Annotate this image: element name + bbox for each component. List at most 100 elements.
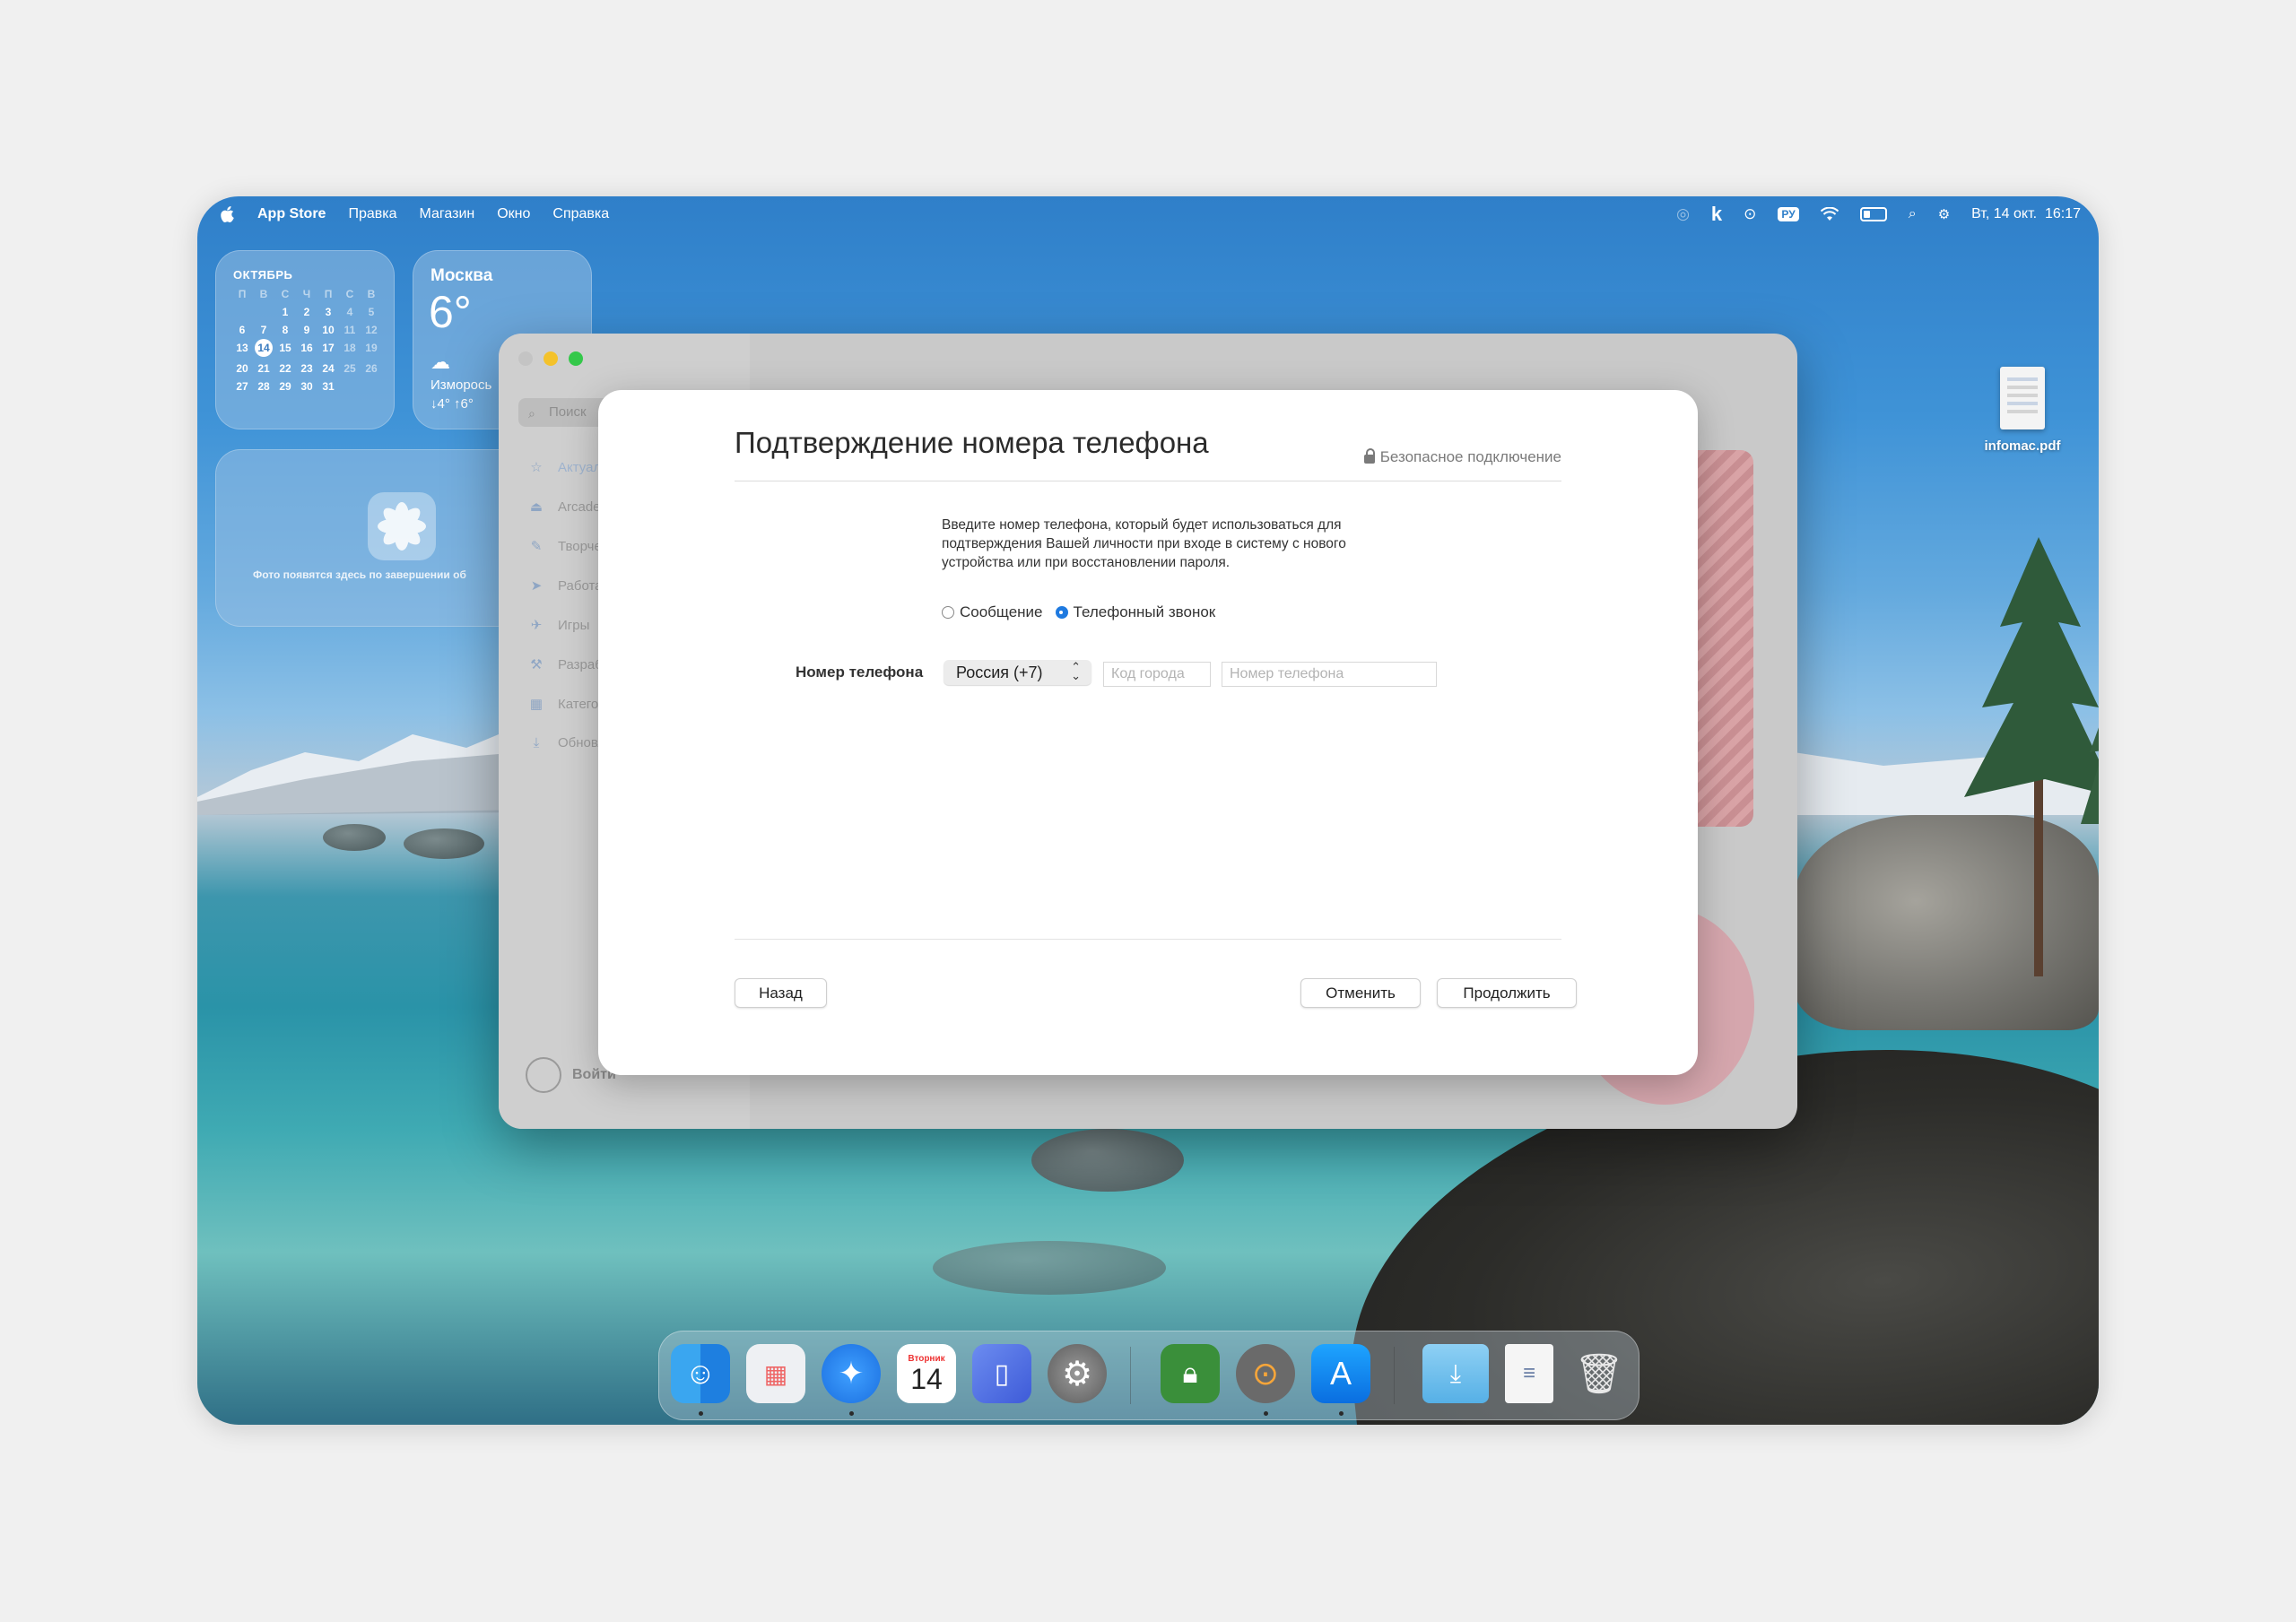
spotlight-search-icon[interactable]: ⌕ [1909,206,1917,222]
avatar [526,1057,561,1093]
calendar-day: 9 [303,324,310,336]
download-icon: ⤓ [533,735,540,750]
radio-message[interactable]: Сообщение [942,603,1043,621]
sidebar-item-arcade[interactable]: ⏏ Arcade [527,499,601,516]
zoom-window-button[interactable] [569,351,583,366]
dock-separator [1130,1347,1131,1404]
joystick-icon: ⏏ [529,499,544,515]
calendar-day: 19 [365,342,378,354]
calendar-day: 21 [257,362,270,375]
minimize-window-button[interactable] [544,351,558,366]
document-stack-icon[interactable]: ≡ [1505,1344,1553,1403]
calendar-day: 11 [344,324,356,336]
system-settings-icon[interactable]: ⚙ [1048,1344,1107,1403]
running-indicator [1264,1411,1268,1416]
calendar-day: 24 [322,362,335,375]
rocket-icon: ✈ [530,618,543,633]
chevron-up-down-icon: ⌃ ⌄ [1071,660,1081,682]
hammer-icon: ⚒ [530,657,543,672]
calendar-day: 4 [346,306,353,318]
running-indicator [699,1411,703,1416]
calendar-app-icon[interactable]: Вторник 14 [897,1344,956,1403]
iphone-mirroring-icon[interactable]: ▯ [972,1344,1031,1403]
finder-icon[interactable]: ☺ [671,1344,730,1403]
phone-verification-dialog: Подтверждение номера телефона Безопасное… [598,390,1698,1075]
phone-number-input[interactable] [1222,662,1437,687]
app-store-icon[interactable]: A [1311,1344,1370,1403]
calendar-day: 7 [260,324,267,336]
weather-condition: Изморось [430,377,492,393]
calendar-day: 5 [368,306,375,318]
phone-number-label: Номер телефона [796,664,924,681]
apple-menu-icon[interactable] [221,206,235,222]
safari-icon[interactable]: ✦ [822,1344,881,1403]
weather-range: ↓4° ↑6° [430,396,474,412]
menu-edit[interactable]: Правка [348,206,396,222]
menu-store[interactable]: Магазин [420,206,475,222]
calendar-day: 15 [279,342,291,354]
desktop-file-pdf[interactable]: infomac.pdf [1973,367,2072,454]
area-code-input[interactable] [1103,662,1211,687]
featured-banner[interactable] [1696,450,1753,827]
menu-clock[interactable]: Вт, 14 окт. 16:17 [1971,206,2081,222]
dialog-title: Подтверждение номера телефона [735,426,1209,459]
cancel-button[interactable]: Отменить [1300,978,1421,1008]
pdf-file-icon [2000,367,2045,429]
weather-city: Москва [430,266,493,285]
radio-message-indicator[interactable] [942,606,954,619]
lock-icon [1363,448,1375,464]
menu-help[interactable]: Справка [552,206,609,222]
continue-button[interactable]: Продолжить [1437,978,1577,1008]
weekday: С [345,288,354,300]
back-button[interactable]: Назад [735,978,827,1008]
file-name: infomac.pdf [1984,438,2061,454]
downloads-folder-icon[interactable]: ⤓ [1422,1344,1489,1403]
calendar-day: 13 [236,342,248,354]
calendar-month: ОКТЯБРЬ [233,268,293,282]
k-app-icon[interactable]: k [1711,203,1722,226]
sidebar-item-label: Работа [558,577,603,594]
launchpad-icon[interactable]: ▦ [746,1344,805,1403]
sidebar-item-games[interactable]: ✈ Игры [527,617,590,634]
menu-window[interactable]: Окно [497,206,530,222]
vpn-lock-app-icon[interactable]: 🔒︎ [1161,1344,1220,1403]
input-source-badge[interactable]: РУ [1778,207,1799,221]
calendar-widget[interactable]: ОКТЯБРЬ П В С Ч П С В 1 2 3 4 5 6 7 8 9 … [215,250,395,429]
calendar-day: 26 [365,362,378,375]
calendar-day: 16 [300,342,313,354]
calendar-icon-day: 14 [910,1362,943,1395]
wifi-icon[interactable] [1820,207,1839,221]
weekday: П [238,288,247,300]
calendar-grid: П В С Ч П С В 1 2 3 4 5 6 7 8 9 10 11 12… [231,288,382,393]
menu-bar: App Store Правка Магазин Окно Справка ◎ … [197,196,2099,232]
battery-icon[interactable] [1859,207,1887,221]
dialog-description: Введите номер телефона, который будет ис… [942,517,1346,570]
vpn-keyhole-icon[interactable]: ⊙ [1744,205,1756,223]
menu-app-name[interactable]: App Store [257,206,326,222]
keyhole-vpn-icon[interactable]: ⊙ [1236,1344,1295,1403]
calendar-icon-weekday: Вторник [908,1353,945,1364]
calendar-day: 29 [279,380,291,393]
control-center-icon[interactable]: ⚙ [1938,206,1950,222]
calendar-day: 28 [257,380,270,393]
sidebar-item-label: Arcade [558,499,601,515]
weekday: В [367,288,376,300]
dock: ☺ ▦ ✦ Вторник 14 ▯ ⚙ 🔒︎ ⊙ A ⤓ ≡ 🗑︎ [658,1331,1639,1420]
country-code-select[interactable]: Россия (+7) ⌃ ⌄ [944,660,1091,685]
calendar-day: 1 [282,306,289,318]
dock-separator [1394,1347,1395,1404]
water-rock [323,824,386,851]
vpn-status-icon[interactable]: ◎ [1676,205,1690,223]
secure-connection-label: Безопасное подключение [1363,448,1561,466]
sidebar-item-work[interactable]: ➤ Работа [527,577,603,594]
secure-connection-text: Безопасное подключение [1379,448,1561,465]
weekday: С [281,288,290,300]
close-window-button[interactable] [518,351,533,366]
sidebar-item-label: Игры [558,617,590,633]
radio-phone-call-indicator[interactable] [1055,606,1068,619]
pine-trees [1964,537,2099,976]
running-indicator [1339,1411,1344,1416]
radio-phone-call[interactable]: Телефонный звонок [1055,603,1215,621]
trash-icon[interactable]: 🗑︎ [1570,1344,1629,1403]
country-code-value: Россия (+7) [956,663,1043,681]
